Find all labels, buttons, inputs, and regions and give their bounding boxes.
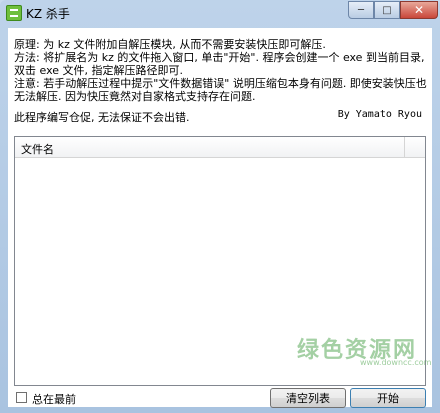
clear-list-button[interactable]: 清空列表: [270, 388, 346, 408]
list-header: 文件名: [15, 137, 425, 158]
minimize-button[interactable]: ─: [348, 1, 374, 19]
maximize-button[interactable]: □: [374, 1, 400, 19]
author-credit: By Yamato Ryou: [337, 109, 422, 120]
instruction-principle: 原理: 为 kz 文件附加自解压模块, 从而不需要安装快压即可解压.: [14, 38, 326, 51]
title-bar[interactable]: KZ 杀手 ─ □ ✕: [0, 0, 440, 26]
instruction-method: 方法: 将扩展名为 kz 的文件拖入窗口, 单击"开始". 程序会创建一个 ex…: [14, 51, 425, 77]
disclaimer-row: 此程序编写仓促, 无法保证不会出错. By Yamato Ryou: [14, 109, 426, 124]
window-title: KZ 杀手: [26, 7, 70, 21]
watermark-url: www.downcc.com: [360, 358, 432, 367]
instructions: 原理: 为 kz 文件附加自解压模块, 从而不需要安装快压即可解压. 方法: 将…: [14, 38, 428, 103]
topmost-label[interactable]: 总在最前: [32, 391, 76, 407]
app-window: KZ 杀手 ─ □ ✕ 原理: 为 kz 文件附加自解压模块, 从而不需要安装快…: [0, 0, 440, 413]
column-header-filename-label: 文件名: [21, 143, 54, 156]
close-button[interactable]: ✕: [400, 1, 438, 19]
column-header-filename[interactable]: 文件名: [15, 137, 405, 157]
app-icon: [6, 5, 22, 21]
disclaimer-text: 此程序编写仓促, 无法保证不会出错.: [14, 111, 190, 124]
instruction-note: 注意: 若手动解压过程中提示"文件数据错误" 说明压缩包本身有问题. 即使安装快…: [14, 77, 427, 103]
start-button[interactable]: 开始: [350, 388, 426, 408]
topmost-checkbox[interactable]: [16, 392, 27, 403]
